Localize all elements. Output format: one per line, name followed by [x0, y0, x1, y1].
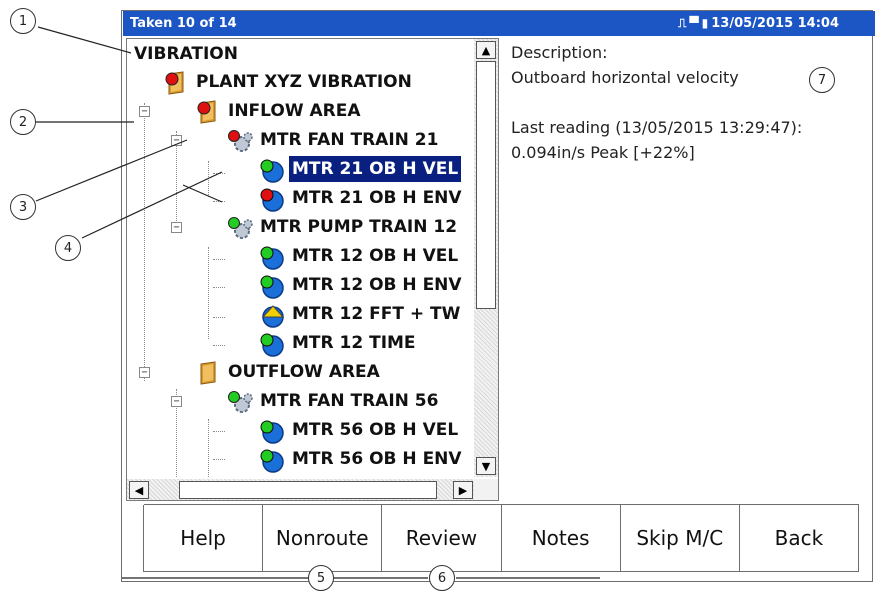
callout-4: 4: [55, 235, 81, 261]
callout-1: 1: [10, 8, 36, 34]
callout-6: 6: [429, 565, 455, 591]
callout-leader-lines: [35, 26, 600, 579]
callout-7: 7: [809, 67, 835, 93]
callout-2: 2: [10, 109, 36, 135]
callout-5: 5: [308, 565, 334, 591]
callout-3: 3: [10, 194, 36, 220]
